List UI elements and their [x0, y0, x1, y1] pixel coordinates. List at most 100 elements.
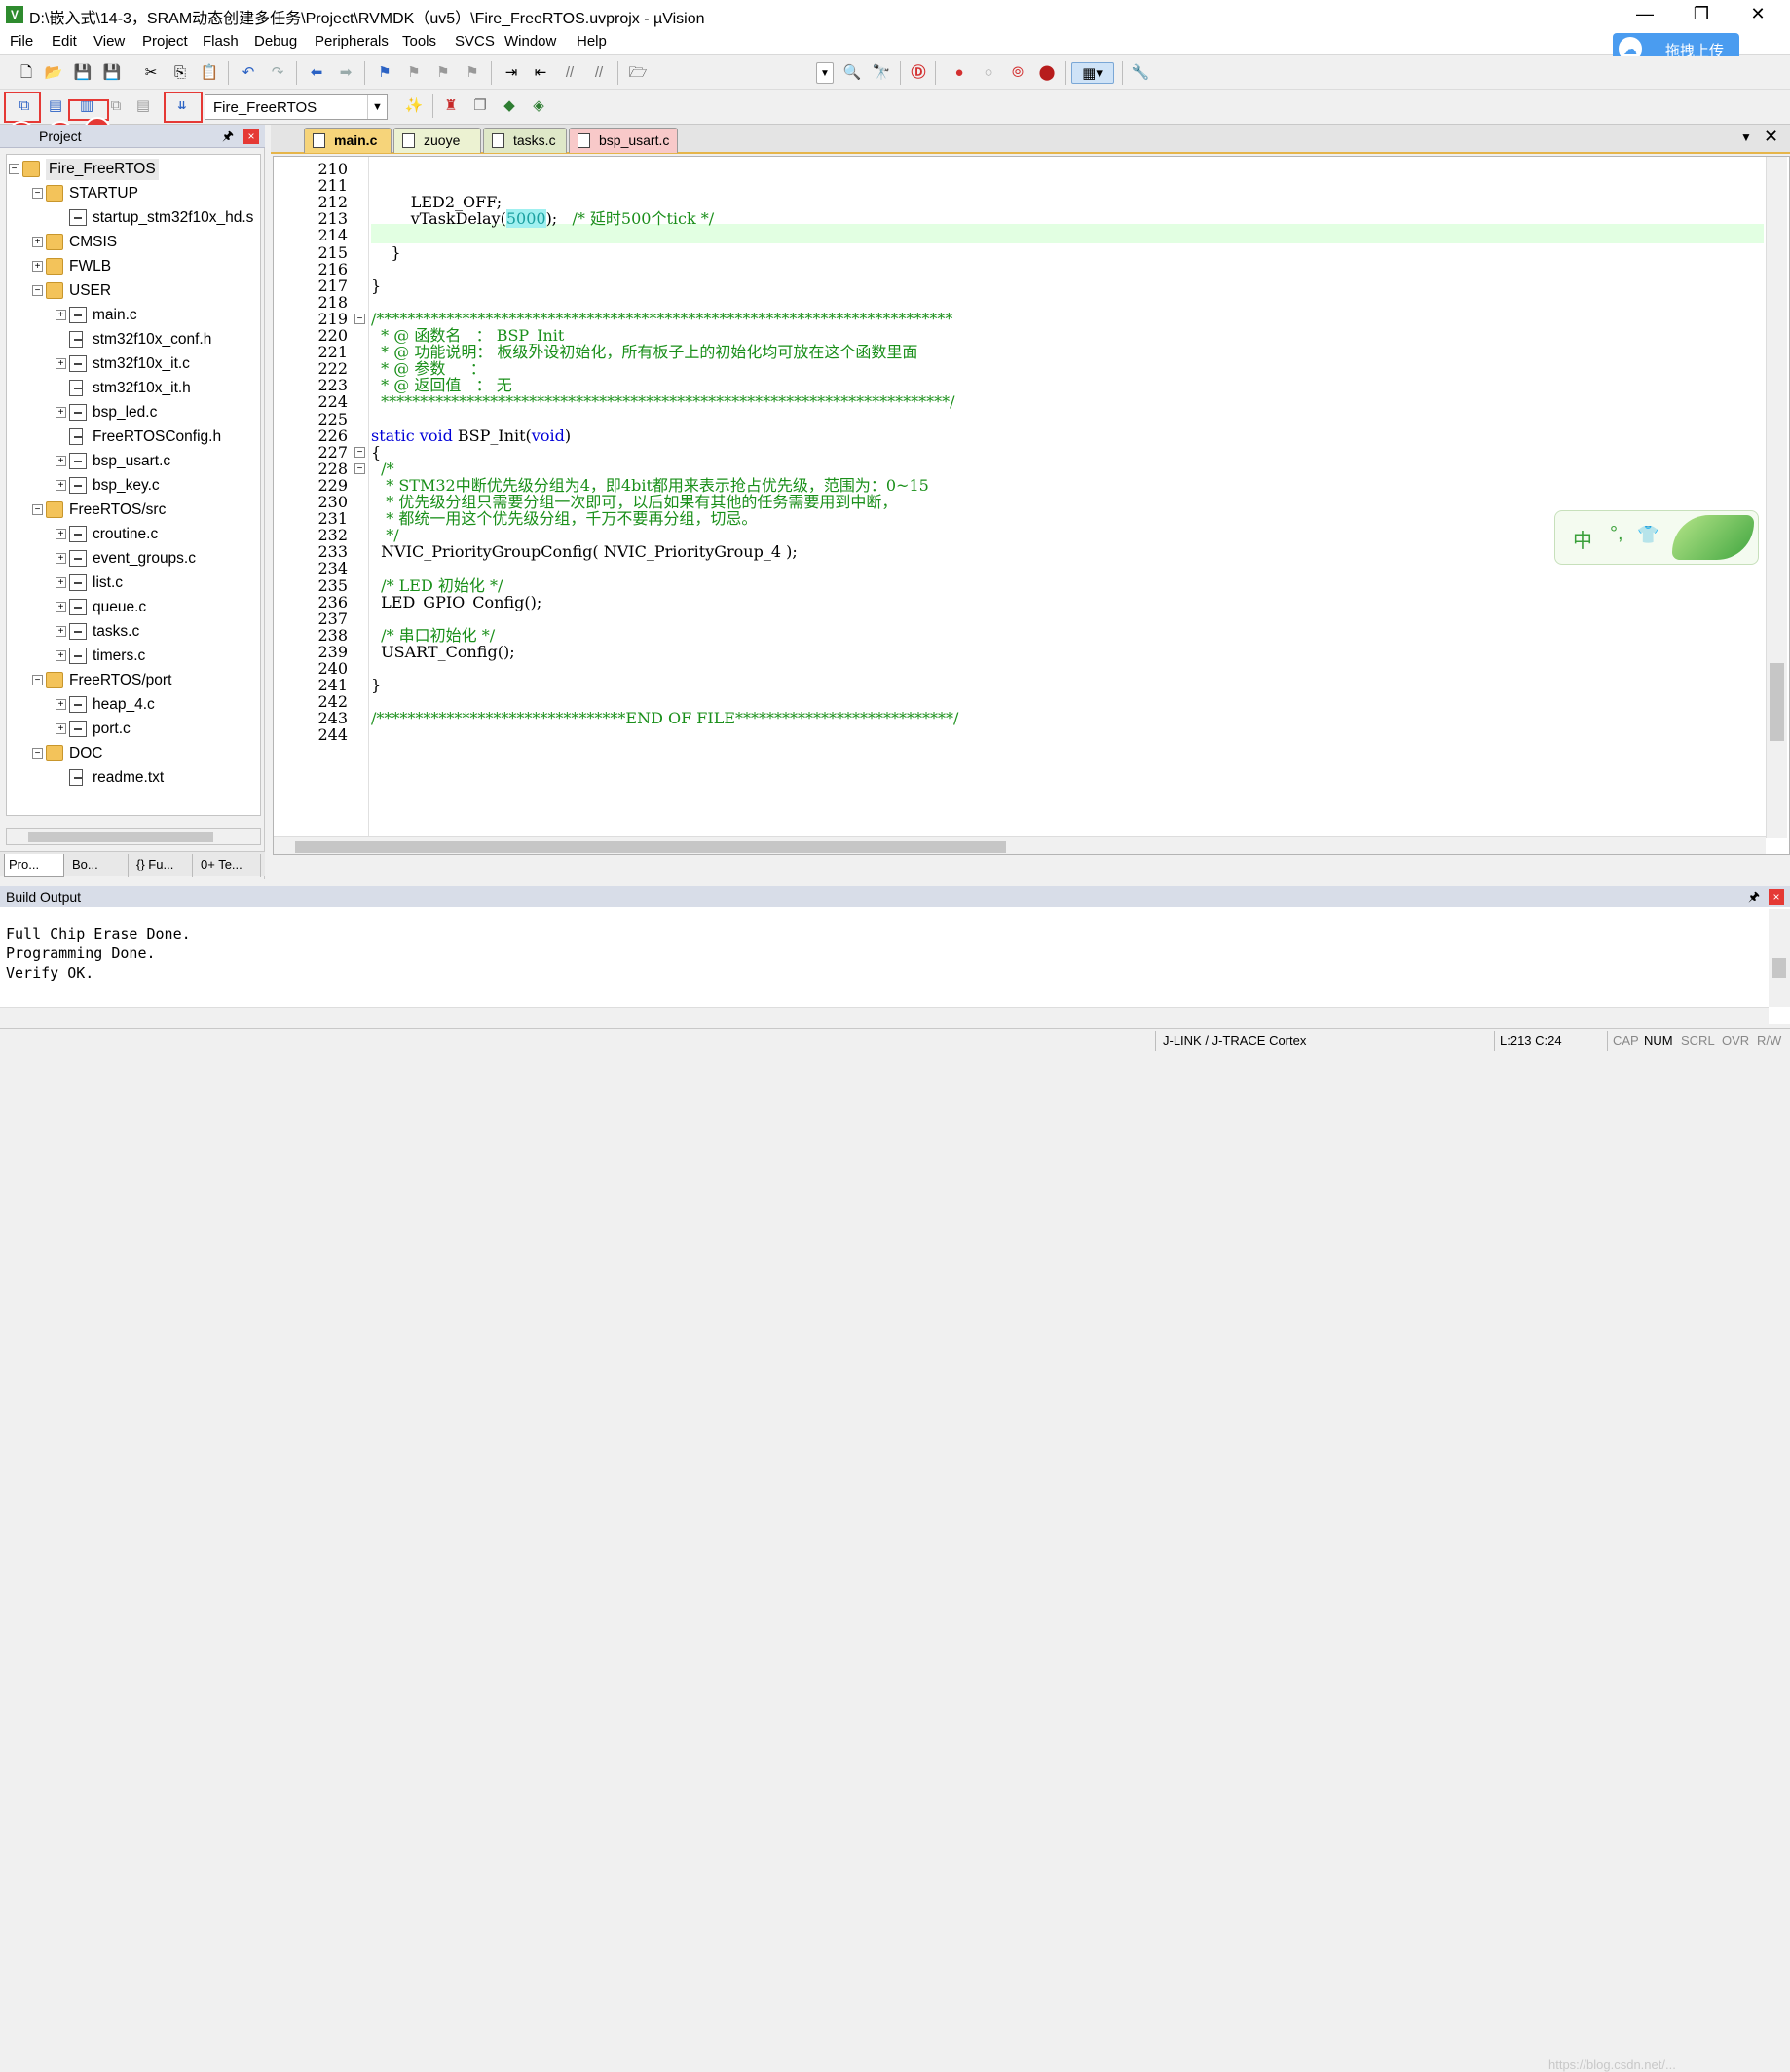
tree-item-freertosconfig-h[interactable]: FreeRTOSConfig.h: [7, 426, 260, 448]
editor-horizontal-scrollbar[interactable]: [274, 836, 1766, 854]
configure-icon[interactable]: 🔧: [1130, 62, 1151, 84]
file-extensions-icon[interactable]: ❐: [469, 95, 491, 117]
menu-project[interactable]: Project: [142, 33, 188, 50]
tree-item-port-c[interactable]: + port.c: [7, 719, 260, 740]
collapse-icon[interactable]: −: [32, 285, 43, 296]
tree-horizontal-scrollbar[interactable]: [6, 828, 261, 845]
code-editor[interactable]: 210 211 212 213 214 215 216 217 218 219−220 221 222…: [273, 156, 1790, 855]
find-in-files-icon[interactable]: 🗁: [627, 62, 649, 84]
tree-item-queue-c[interactable]: + queue.c: [7, 597, 260, 618]
expand-icon[interactable]: +: [56, 602, 66, 612]
menu-flash[interactable]: Flash: [203, 33, 239, 50]
collapse-icon[interactable]: −: [32, 504, 43, 515]
disable-all-breakpoints-icon[interactable]: ⦾: [1007, 62, 1028, 84]
tree-item-stm32f10x-conf-h[interactable]: stm32f10x_conf.h: [7, 329, 260, 351]
nav-back-icon[interactable]: ⬅: [306, 62, 327, 84]
find-dropdown-icon[interactable]: ▼: [816, 62, 834, 84]
fold-toggle-icon[interactable]: −: [354, 462, 365, 474]
bookmark-prev-icon[interactable]: ⚑: [403, 62, 425, 84]
code-line[interactable]: ****************************************…: [371, 392, 954, 412]
find-icon[interactable]: 🔍: [841, 62, 863, 84]
bookmark-clear-icon[interactable]: ⚑: [462, 62, 483, 84]
tree-item-startup[interactable]: − STARTUP: [7, 183, 260, 204]
ime-skin-icon[interactable]: 👕: [1637, 525, 1659, 545]
expand-icon[interactable]: +: [56, 699, 66, 710]
code-line[interactable]: vTaskDelay(5000); /* 延时500个tick */: [371, 209, 714, 229]
code-line[interactable]: NVIC_PriorityGroupConfig( NVIC_PriorityG…: [371, 542, 798, 562]
disable-breakpoint-icon[interactable]: ○: [978, 62, 999, 84]
expand-icon[interactable]: +: [56, 553, 66, 564]
tree-item-bsp-usart-c[interactable]: + bsp_usart.c: [7, 451, 260, 472]
tree-item-freertos-src[interactable]: − FreeRTOS/src: [7, 500, 260, 521]
expand-icon[interactable]: +: [56, 529, 66, 539]
expand-icon[interactable]: +: [56, 650, 66, 661]
build-icon[interactable]: ▤: [45, 95, 66, 117]
tree-item-stm32f10x-it-c[interactable]: + stm32f10x_it.c: [7, 353, 260, 375]
ime-punctuation-toggle[interactable]: °,: [1610, 523, 1623, 545]
tab-books[interactable]: Bo...: [68, 854, 129, 877]
build-horizontal-scrollbar[interactable]: [0, 1007, 1769, 1024]
tree-item-main-c[interactable]: + main.c: [7, 305, 260, 326]
menu-debug[interactable]: Debug: [254, 33, 297, 50]
expand-icon[interactable]: +: [56, 310, 66, 320]
tree-item-startup-stm32f10x-hd-s[interactable]: startup_stm32f10x_hd.s: [7, 207, 260, 229]
code-line[interactable]: }: [371, 243, 400, 263]
tree-item-stm32f10x-it-h[interactable]: stm32f10x_it.h: [7, 378, 260, 399]
collapse-icon[interactable]: −: [32, 188, 43, 199]
run-time-environment-icon[interactable]: ◈: [528, 95, 549, 117]
ime-status-widget[interactable]: 中 °, 👕: [1554, 510, 1759, 565]
tab-zuoye[interactable]: zuoye: [393, 128, 481, 153]
paste-icon[interactable]: 📋: [199, 62, 220, 84]
close-window-button[interactable]: ✕: [1730, 0, 1786, 29]
collapse-icon[interactable]: −: [32, 748, 43, 758]
close-tab-icon[interactable]: ✕: [1764, 127, 1778, 147]
menu-help[interactable]: Help: [577, 33, 607, 50]
bookmark-next-icon[interactable]: ⚑: [432, 62, 454, 84]
expand-icon[interactable]: +: [56, 577, 66, 588]
build-vertical-scrollbar[interactable]: [1769, 909, 1790, 1007]
close-panel-icon[interactable]: ×: [243, 129, 259, 144]
breakpoint-icon[interactable]: ●: [949, 62, 970, 84]
tab-templates[interactable]: 0+ Te...: [197, 854, 261, 877]
ime-language-toggle[interactable]: 中: [1573, 525, 1592, 553]
tree-item-croutine-c[interactable]: + croutine.c: [7, 524, 260, 545]
tab-project[interactable]: Pro...: [4, 854, 64, 877]
menu-peripherals[interactable]: Peripherals: [315, 33, 389, 50]
bookmark-insert-icon[interactable]: ⚑: [374, 62, 395, 84]
tree-item-fire-freertos[interactable]: − Fire_FreeRTOS: [7, 159, 260, 180]
tree-item-event-groups-c[interactable]: + event_groups.c: [7, 548, 260, 570]
uncomment-icon[interactable]: //: [588, 62, 610, 84]
pin-icon[interactable]: 🖈: [1748, 888, 1760, 909]
close-panel-icon[interactable]: ×: [1769, 889, 1784, 905]
tree-item-bsp-key-c[interactable]: + bsp_key.c: [7, 475, 260, 497]
cut-icon[interactable]: ✂: [140, 62, 162, 84]
tab-list-dropdown-icon[interactable]: ▼: [1740, 130, 1752, 144]
menu-window[interactable]: Window: [504, 33, 556, 50]
scroll-thumb[interactable]: [28, 832, 213, 842]
tree-item-readme-txt[interactable]: readme.txt: [7, 767, 260, 789]
pack-installer-icon[interactable]: ◆: [499, 95, 520, 117]
code-line[interactable]: USART_Config();: [371, 643, 514, 662]
comment-icon[interactable]: //: [559, 62, 580, 84]
restore-button[interactable]: ❐: [1673, 0, 1730, 29]
incremental-find-icon[interactable]: 🔭: [871, 62, 892, 84]
tree-item-cmsis[interactable]: + CMSIS: [7, 232, 260, 253]
expand-icon[interactable]: +: [32, 237, 43, 247]
expand-icon[interactable]: +: [56, 723, 66, 734]
code-line[interactable]: * 都统一用这个优先级分组，千万不要再分组，切忌。: [371, 509, 757, 529]
scroll-thumb[interactable]: [1770, 663, 1784, 741]
collapse-icon[interactable]: −: [9, 164, 19, 174]
tree-item-freertos-port[interactable]: − FreeRTOS/port: [7, 670, 260, 691]
pin-icon[interactable]: 🖈: [222, 128, 234, 149]
tab-tasks-c[interactable]: tasks.c: [483, 128, 567, 153]
indent-icon[interactable]: ⇥: [501, 62, 522, 84]
scroll-thumb[interactable]: [1772, 958, 1786, 978]
manage-components-icon[interactable]: ♜: [440, 95, 462, 117]
open-file-icon[interactable]: 📂: [43, 62, 64, 84]
scroll-thumb[interactable]: [295, 841, 1006, 853]
tab-bsp-usart-c[interactable]: bsp_usart.c: [569, 128, 678, 153]
tree-item-list-c[interactable]: + list.c: [7, 573, 260, 594]
menu-edit[interactable]: Edit: [52, 33, 77, 50]
tree-item-tasks-c[interactable]: + tasks.c: [7, 621, 260, 643]
unindent-icon[interactable]: ⇤: [530, 62, 551, 84]
